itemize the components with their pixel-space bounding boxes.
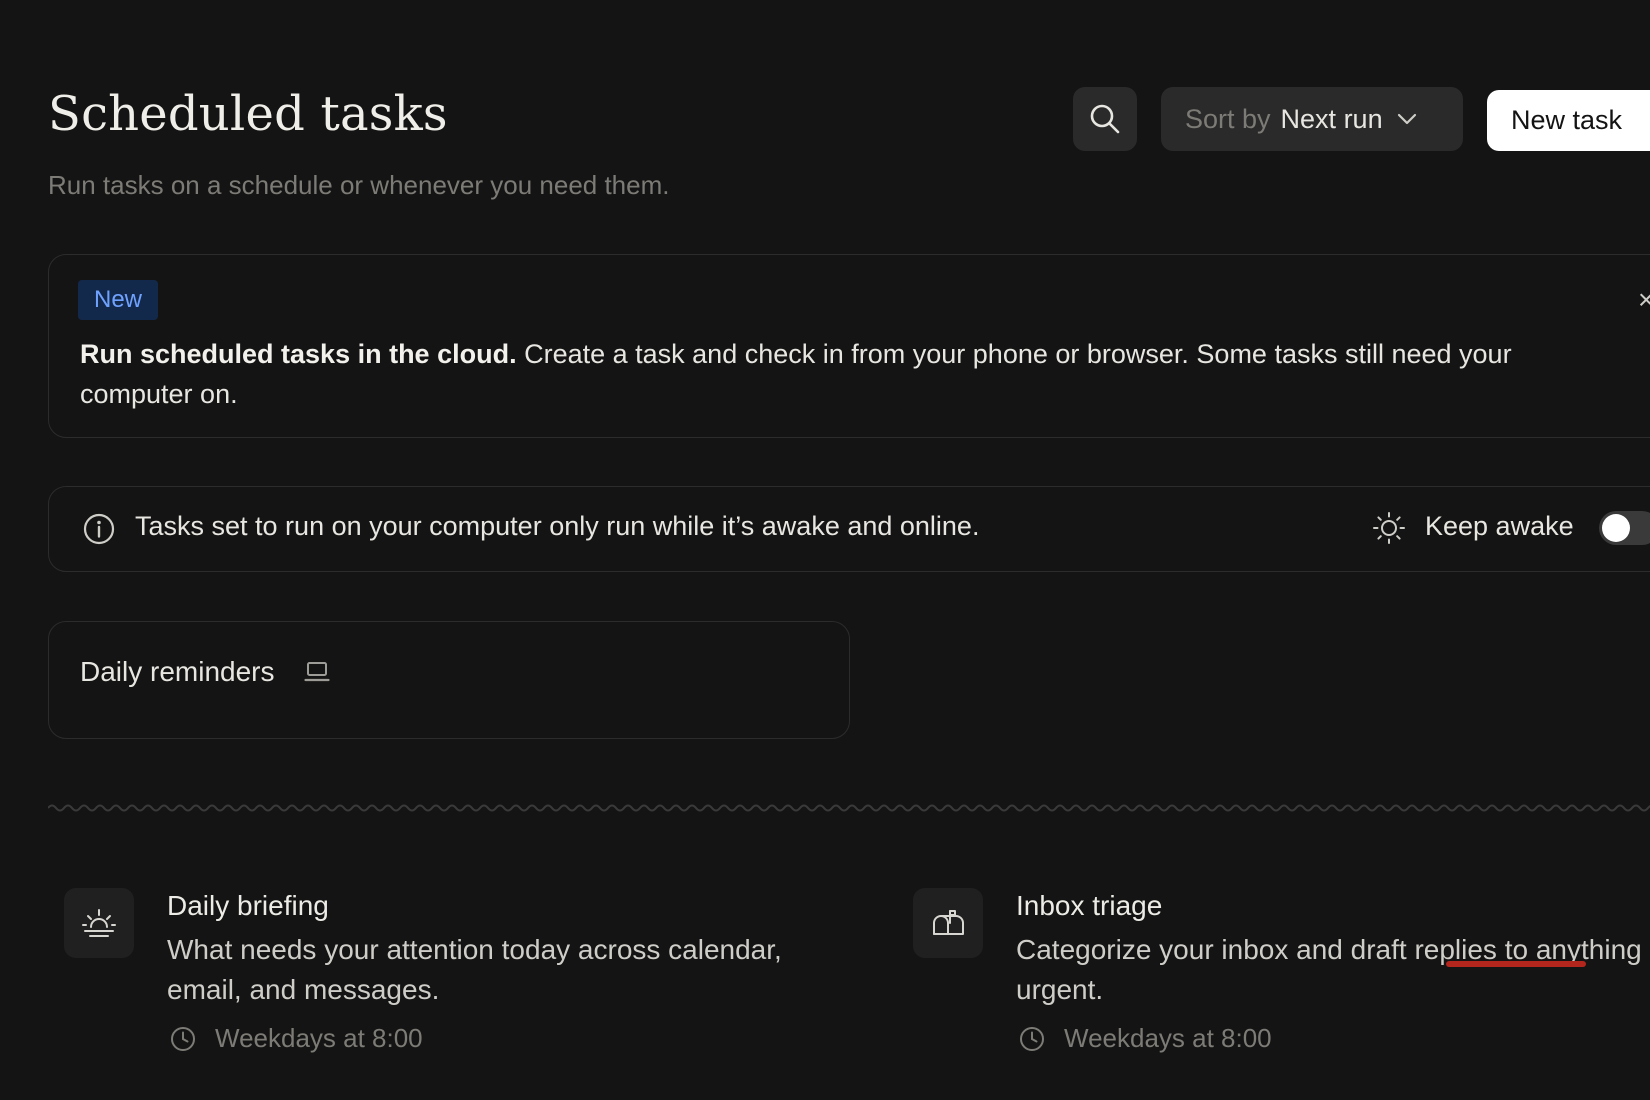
schedule-text: Weekdays at 8:00 [1064,1023,1272,1053]
template-description: Categorize your inbox and draft replies … [1016,934,1642,1005]
template-schedule: Weekdays at 8:00 [169,1023,423,1054]
sun-icon [1372,511,1406,550]
page-title: Scheduled tasks [48,86,448,142]
new-badge: New [78,280,159,320]
wavy-divider [48,804,1650,812]
schedule-text: Weekdays at 8:00 [215,1023,423,1053]
banner-headline: Run scheduled tasks in the cloud. [80,339,517,369]
page-subtitle: Run tasks on a schedule or whenever you … [48,170,670,200]
sunrise-icon [82,909,116,937]
task-name: Daily reminders [80,656,275,687]
toggle-knob [1602,514,1630,542]
keep-awake-label: Keep awake [1425,511,1574,541]
chevron-down-icon [1397,113,1416,125]
banner-message: Run scheduled tasks in the cloud. Create… [80,334,1620,414]
template-title[interactable]: Daily briefing [167,890,329,922]
clock-icon [1020,1026,1044,1051]
awake-info-text: Tasks set to run on your computer only r… [135,511,980,541]
keep-awake-toggle[interactable] [1599,511,1650,545]
search-button[interactable] [1073,87,1137,151]
laptop-icon [304,661,330,688]
sort-value-label: Next run [1280,103,1383,134]
template-schedule: Weekdays at 8:00 [1018,1023,1272,1054]
spellcheck-underline [1446,961,1586,967]
sort-prefix-label: Sort by [1185,103,1271,134]
template-icon-tile [913,888,983,958]
template-title[interactable]: Inbox triage [1016,890,1162,922]
mailbox-icon [933,910,964,935]
template-description: What needs your attention today across c… [167,934,782,1005]
close-icon[interactable]: × [1638,284,1650,316]
template-icon-tile [64,888,134,958]
search-icon [1090,104,1120,134]
info-icon [82,512,116,551]
clock-icon [171,1026,195,1051]
sort-dropdown[interactable]: Sort by Next run [1161,87,1463,151]
new-task-button[interactable]: New task [1487,90,1650,151]
